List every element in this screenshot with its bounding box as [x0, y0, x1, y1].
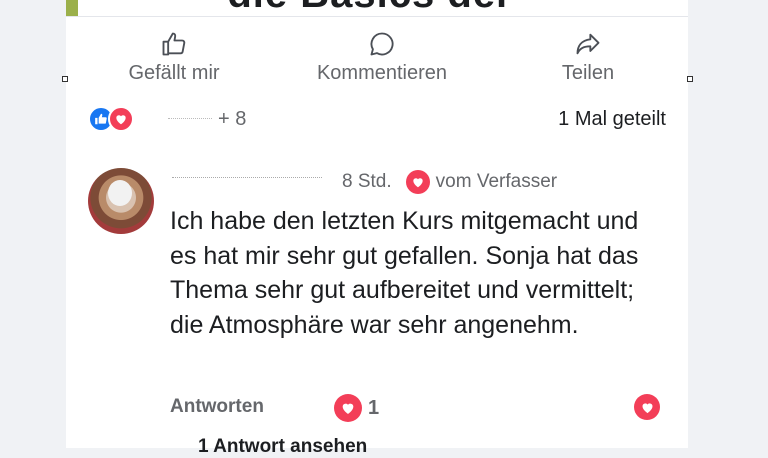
like-button[interactable]: Gefällt mir [74, 30, 274, 85]
comment-time[interactable]: 8 Std. [342, 171, 392, 193]
reactor-names-redacted [168, 117, 212, 125]
avatar-face-redacted [108, 180, 132, 206]
comment-reaction-count: 1 [368, 396, 380, 419]
view-replies-link[interactable]: 1 Antwort ansehen [198, 436, 367, 458]
speech-bubble-icon [282, 30, 482, 58]
author-reaction-badge: vom Verfasser [405, 170, 558, 194]
share-label: Teilen [561, 62, 615, 84]
avatar[interactable] [88, 168, 154, 234]
selection-handle [687, 76, 693, 82]
commenter-name-redacted[interactable] [172, 176, 322, 188]
author-badge-label: vom Verfasser [435, 171, 558, 192]
love-icon [634, 394, 660, 420]
like-label: Gefällt mir [128, 62, 220, 84]
love-icon [108, 106, 134, 132]
love-react-button[interactable] [634, 394, 660, 420]
share-arrow-icon [488, 30, 688, 58]
selection-handle [62, 76, 68, 82]
reply-button[interactable]: Antworten [170, 396, 264, 418]
shares-count[interactable]: 1 Mal geteilt [558, 108, 666, 131]
reactions-summary[interactable]: + 8 [88, 106, 246, 132]
divider [66, 16, 688, 17]
comment-label: Kommentieren [316, 62, 448, 84]
reaction-more-count[interactable]: + 8 [218, 108, 246, 131]
comment-body: Ich habe den letzten Kurs mitgemacht und… [170, 207, 639, 339]
share-button[interactable]: Teilen [488, 30, 688, 85]
comment-button[interactable]: Kommentieren [282, 30, 482, 85]
thumbs-up-icon [74, 30, 274, 58]
love-icon [405, 170, 430, 194]
comment-meta: 8 Std. vom Verfasser [172, 170, 557, 194]
image-edge [66, 0, 78, 16]
love-icon [334, 394, 362, 422]
comment-reactions[interactable]: 1 [334, 394, 379, 422]
post-image-text: die Basics der [140, 0, 600, 16]
